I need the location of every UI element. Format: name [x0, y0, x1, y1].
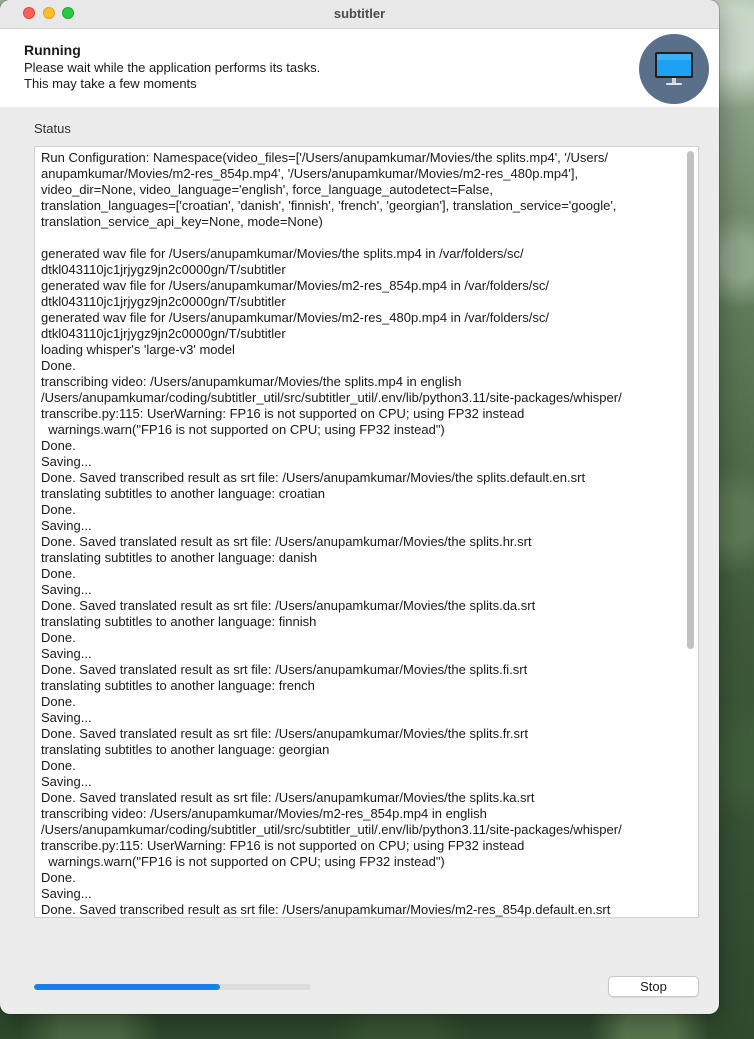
log-line: Done. Saved transcribed result as srt fi…: [41, 470, 586, 485]
log-line: anupamkumar/Movies/m2-res_854p.mp4', '/U…: [41, 166, 579, 181]
status-header: Running Please wait while the applicatio…: [0, 29, 719, 107]
log-line: Done.: [41, 438, 76, 453]
log-line: Done.: [41, 358, 76, 373]
log-line: Saving...: [41, 646, 92, 661]
log-line: translating subtitles to another languag…: [41, 678, 315, 693]
progress-bar: [34, 984, 311, 990]
log-line: Saving...: [41, 454, 92, 469]
log-line: transcribe.py:115: UserWarning: FP16 is …: [41, 838, 525, 853]
log-line: /Users/anupamkumar/coding/subtitler_util…: [41, 822, 622, 837]
log-line: translating subtitles to another languag…: [41, 486, 326, 501]
log-line: video_dir=None, video_language='english'…: [41, 182, 493, 197]
log-line: dtkl043110jc1jrjygz9jn2c0000gn/T/subtitl…: [41, 262, 286, 277]
log-line: generated wav file for /Users/anupamkuma…: [41, 278, 549, 293]
status-log[interactable]: Run Configuration: Namespace(video_files…: [34, 146, 699, 918]
log-line: translation_languages=['croatian', 'dani…: [41, 198, 617, 213]
log-line: translating subtitles to another languag…: [41, 614, 317, 629]
log-line: Done.: [41, 566, 76, 581]
log-line: Saving...: [41, 710, 92, 725]
window-title: subtitler: [333, 6, 386, 21]
header-title: Running: [24, 42, 81, 58]
log-line: Run Configuration: Namespace(video_files…: [41, 150, 609, 165]
monitor-icon: [655, 52, 693, 85]
header-message: Please wait while the application perfor…: [24, 60, 321, 75]
title-bar[interactable]: subtitler: [0, 0, 719, 29]
log-line: warnings.warn("FP16 is not supported on …: [41, 422, 445, 437]
log-line: Done. Saved translated result as srt fil…: [41, 726, 528, 741]
log-line: Saving...: [41, 518, 92, 533]
log-line: Done. Saved translated result as srt fil…: [41, 534, 532, 549]
log-line: translating subtitles to another languag…: [41, 550, 318, 565]
status-label: Status: [34, 121, 71, 136]
app-window: subtitler Running Please wait while the …: [0, 0, 719, 1014]
log-line: transcribe.py:115: UserWarning: FP16 is …: [41, 406, 525, 421]
log-line: generated wav file for /Users/anupamkuma…: [41, 310, 549, 325]
progress-fill: [34, 984, 220, 990]
log-line: Saving...: [41, 886, 92, 901]
log-line: dtkl043110jc1jrjygz9jn2c0000gn/T/subtitl…: [41, 326, 286, 341]
app-badge: [639, 34, 709, 104]
log-line: Done.: [41, 630, 76, 645]
log-line: Saving...: [41, 774, 92, 789]
log-line: loading whisper's 'large-v3' model: [41, 342, 235, 357]
log-line: Done. Saved translated result as srt fil…: [41, 662, 528, 677]
log-text: Run Configuration: Namespace(video_files…: [41, 150, 681, 917]
log-line: Done. Saved translated result as srt fil…: [41, 790, 535, 805]
log-line: Saving...: [41, 582, 92, 597]
log-scrollbar[interactable]: [687, 151, 694, 649]
log-line: Done.: [41, 502, 76, 517]
log-line: Done.: [41, 694, 76, 709]
log-line: Done.: [41, 758, 76, 773]
header-submessage: This may take a few moments: [24, 76, 197, 91]
log-line: dtkl043110jc1jrjygz9jn2c0000gn/T/subtitl…: [41, 294, 286, 309]
log-line: Done. Saved transcribed result as srt fi…: [41, 902, 611, 917]
stop-button[interactable]: Stop: [608, 976, 699, 997]
log-line: Done.: [41, 870, 76, 885]
log-line: translating subtitles to another languag…: [41, 742, 330, 757]
log-line: translation_service_api_key=None, mode=N…: [41, 214, 323, 229]
log-line: transcribing video: /Users/anupamkumar/M…: [41, 806, 487, 821]
log-line: warnings.warn("FP16 is not supported on …: [41, 854, 445, 869]
log-line: transcribing video: /Users/anupamkumar/M…: [41, 374, 462, 389]
log-line: generated wav file for /Users/anupamkuma…: [41, 246, 524, 261]
log-line: Done. Saved translated result as srt fil…: [41, 598, 536, 613]
log-line: /Users/anupamkumar/coding/subtitler_util…: [41, 390, 622, 405]
